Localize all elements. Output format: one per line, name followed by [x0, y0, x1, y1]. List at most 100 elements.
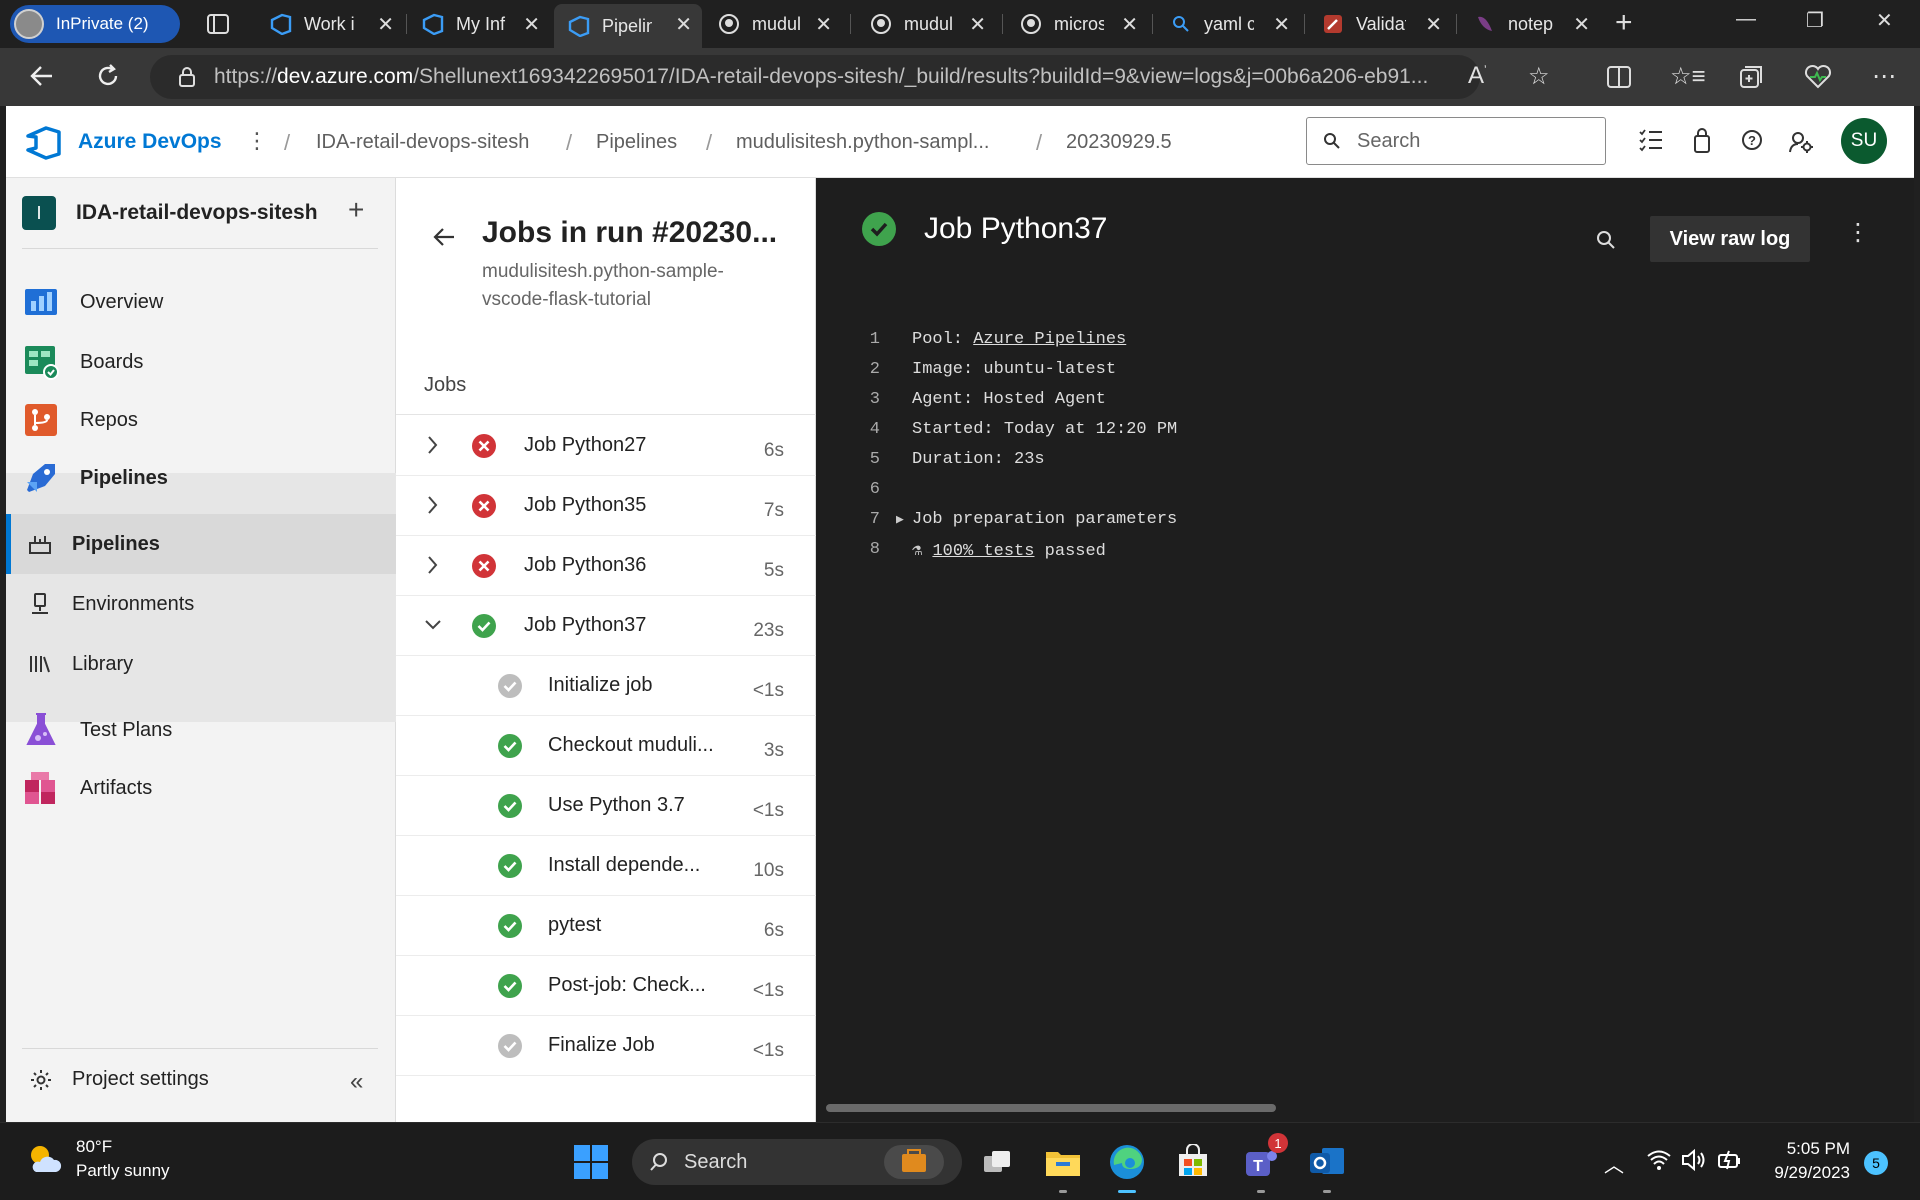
- battery-icon[interactable]: [1716, 1147, 1744, 1173]
- breadcrumb-pipelines[interactable]: Pipelines: [596, 131, 677, 154]
- breadcrumb-pipeline-name[interactable]: mudulisitesh.python-sampl...: [736, 131, 989, 154]
- volume-icon[interactable]: [1680, 1147, 1708, 1173]
- app-name[interactable]: Azure DevOps: [78, 130, 222, 154]
- address-bar[interactable]: https://dev.azure.com/Shellunext16934226…: [150, 55, 1480, 99]
- project-selector[interactable]: I IDA-retail-devops-sitesh: [22, 196, 318, 230]
- sidebar-subitem-environments[interactable]: Environments: [6, 574, 396, 634]
- sidebar-item-test-plans[interactable]: Test Plans: [6, 700, 396, 760]
- browser-essentials-icon[interactable]: [1804, 64, 1832, 90]
- favorites-icon[interactable]: ☆≡: [1670, 62, 1706, 91]
- user-settings-icon[interactable]: [1788, 128, 1814, 154]
- step-row[interactable]: Install depende... 10s: [396, 836, 816, 896]
- line-link[interactable]: 100% tests: [932, 542, 1034, 561]
- system-clock[interactable]: 5:05 PM 9/29/2023: [1760, 1137, 1850, 1185]
- horizontal-scrollbar[interactable]: [826, 1104, 1276, 1112]
- close-tab-icon[interactable]: ✕: [969, 12, 986, 37]
- sidebar-item-pipelines[interactable]: Pipelines: [6, 448, 396, 508]
- outlook-button[interactable]: [1306, 1141, 1348, 1193]
- line-link[interactable]: Azure Pipelines: [973, 330, 1126, 349]
- inprivate-profile-button[interactable]: InPrivate (2): [10, 5, 180, 43]
- back-icon[interactable]: [28, 62, 56, 90]
- sidebar-subitem-library[interactable]: Library: [6, 634, 396, 694]
- notification-count-badge[interactable]: 5: [1864, 1151, 1888, 1175]
- lock-icon[interactable]: [178, 67, 196, 87]
- file-explorer-button[interactable]: [1042, 1141, 1084, 1193]
- settings-more-icon[interactable]: ⋯: [1872, 62, 1896, 91]
- job-row[interactable]: Job Python37 23s: [396, 596, 816, 656]
- start-button[interactable]: [570, 1141, 612, 1183]
- breadcrumb-project[interactable]: IDA-retail-devops-sitesh: [316, 131, 529, 154]
- marketplace-bag-icon[interactable]: [1692, 128, 1712, 154]
- close-tab-icon[interactable]: ✕: [675, 12, 692, 37]
- sidebar-item-overview[interactable]: Overview: [6, 272, 396, 332]
- tab-my-info[interactable]: My Inf ✕: [408, 4, 550, 44]
- step-row[interactable]: Use Python 3.7 <1s: [396, 776, 816, 836]
- teams-button[interactable]: T 1: [1240, 1133, 1288, 1193]
- breadcrumb-run[interactable]: 20230929.5: [1066, 131, 1172, 154]
- refresh-icon[interactable]: [94, 62, 122, 90]
- new-item-plus-icon[interactable]: +: [348, 194, 364, 226]
- step-row[interactable]: Post-job: Check... <1s: [396, 956, 816, 1016]
- taskbar-search[interactable]: Search: [632, 1139, 962, 1185]
- chevron-right-icon[interactable]: [424, 492, 442, 518]
- search-icon[interactable]: [1596, 230, 1616, 250]
- more-options-icon[interactable]: ⋮: [1846, 218, 1870, 247]
- close-tab-icon[interactable]: ✕: [523, 12, 540, 37]
- step-row[interactable]: Checkout muduli... 3s: [396, 716, 816, 776]
- more-options-icon[interactable]: ⋮: [246, 128, 268, 154]
- sidebar-item-boards[interactable]: Boards: [6, 332, 396, 392]
- sidebar-item-artifacts[interactable]: Artifacts: [6, 758, 396, 818]
- expand-caret-icon[interactable]: ▶: [896, 512, 904, 527]
- collapse-sidebar-icon[interactable]: «: [350, 1068, 363, 1096]
- tab-github-1[interactable]: mudul ✕: [704, 4, 842, 44]
- avatar[interactable]: SU: [1841, 118, 1887, 164]
- sidebar-subitem-pipelines[interactable]: Pipelines: [6, 514, 396, 574]
- chevron-down-icon[interactable]: [424, 612, 442, 638]
- show-hidden-icons-icon[interactable]: ︿: [1604, 1149, 1624, 1178]
- minimize-icon[interactable]: —: [1736, 8, 1756, 31]
- tab-notepad[interactable]: notep ✕: [1460, 4, 1600, 44]
- job-row[interactable]: Job Python35 7s: [396, 476, 816, 536]
- close-tab-icon[interactable]: ✕: [1273, 12, 1290, 37]
- read-aloud-icon[interactable]: Aʼ: [1468, 62, 1487, 90]
- run-subtitle[interactable]: mudulisitesh.python-sample-vscode-flask-…: [482, 258, 772, 314]
- step-row[interactable]: Finalize Job <1s: [396, 1016, 816, 1076]
- tab-validate[interactable]: Validat ✕: [1308, 4, 1452, 44]
- chevron-right-icon[interactable]: [424, 432, 442, 458]
- task-list-icon[interactable]: [1638, 128, 1664, 152]
- close-tab-icon[interactable]: ✕: [1121, 12, 1138, 37]
- tab-pipelines[interactable]: Pipelin ✕: [554, 4, 702, 48]
- collections-icon[interactable]: [1738, 64, 1764, 90]
- close-window-icon[interactable]: ✕: [1876, 8, 1893, 33]
- job-row[interactable]: Job Python27 6s: [396, 416, 816, 476]
- tab-actions-icon[interactable]: [204, 10, 232, 38]
- close-tab-icon[interactable]: ✕: [1425, 12, 1442, 37]
- back-arrow-icon[interactable]: [432, 226, 456, 248]
- view-raw-log-button[interactable]: View raw log: [1650, 216, 1810, 262]
- close-tab-icon[interactable]: ✕: [1573, 12, 1590, 37]
- close-tab-icon[interactable]: ✕: [377, 12, 394, 37]
- microsoft-store-button[interactable]: [1172, 1141, 1214, 1183]
- tab-search[interactable]: yaml c ✕: [1156, 4, 1300, 44]
- sidebar-item-repos[interactable]: Repos: [6, 390, 396, 450]
- tab-github-2[interactable]: mudul ✕: [856, 4, 996, 44]
- azure-devops-logo-icon[interactable]: [26, 126, 62, 160]
- split-screen-icon[interactable]: [1606, 64, 1632, 90]
- job-row[interactable]: Job Python36 5s: [396, 536, 816, 596]
- step-row[interactable]: Initialize job <1s: [396, 656, 816, 716]
- new-tab-button[interactable]: +: [1615, 8, 1633, 38]
- edge-browser-button[interactable]: [1106, 1141, 1148, 1193]
- project-settings-link[interactable]: Project settings: [6, 1068, 396, 1091]
- tab-github-3[interactable]: micros ✕: [1006, 4, 1148, 44]
- help-icon[interactable]: ?: [1740, 128, 1764, 152]
- chevron-right-icon[interactable]: [424, 552, 442, 578]
- restore-icon[interactable]: ❐: [1806, 8, 1824, 33]
- weather-widget[interactable]: 80°F Partly sunny: [26, 1135, 170, 1183]
- close-tab-icon[interactable]: ✕: [815, 12, 832, 37]
- search-box[interactable]: Search: [1306, 117, 1606, 165]
- favorite-star-icon[interactable]: ☆: [1528, 62, 1550, 91]
- wifi-icon[interactable]: [1646, 1147, 1672, 1173]
- task-view-button[interactable]: [976, 1141, 1018, 1183]
- step-row[interactable]: pytest 6s: [396, 896, 816, 956]
- tab-work-items[interactable]: Work i ✕: [256, 4, 404, 44]
